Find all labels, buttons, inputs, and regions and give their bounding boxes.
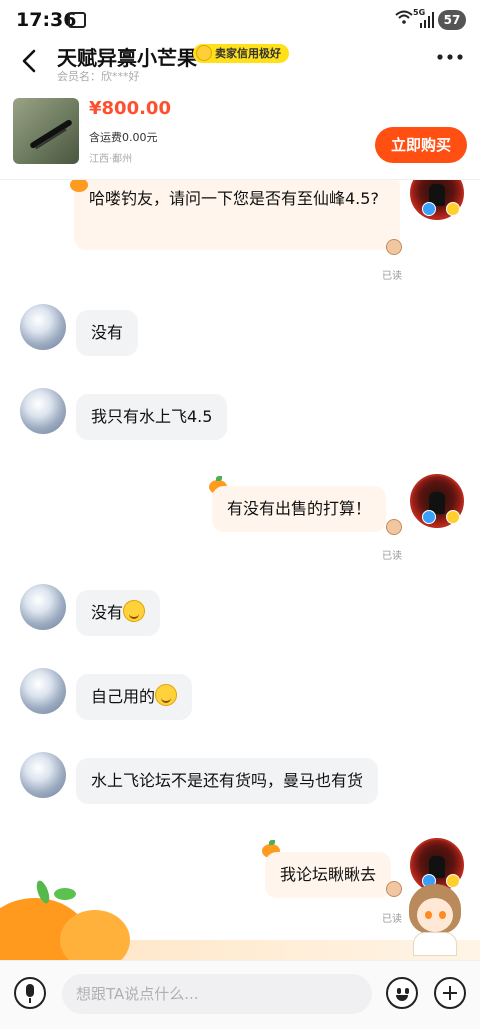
status-bar: 17:36 5G 57 [0,0,480,40]
product-location: 江西·鄱州 [89,154,133,165]
more-dots-icon[interactable] [436,50,464,66]
message-text: 我只有水上飞4.5 [91,407,213,426]
screenshot-icon [68,12,86,28]
message-text: 水上飞论坛不是还有货吗，曼马也有货 [91,771,364,790]
message-bubble[interactable]: 水上飞论坛不是还有货吗，曼马也有货 [76,758,379,804]
my-avatar[interactable] [410,474,464,528]
read-status: 已读 [382,271,402,282]
product-card[interactable]: ¥800.00 含运费0.00元 江西·鄱州 立即购买 [0,90,480,180]
message-input-bar [0,960,480,1029]
message-text: 有没有出售的打算！ [227,499,372,518]
seller-avatar[interactable] [20,304,66,350]
member-info: 会员名：欣***好 [57,68,140,84]
message-bubble[interactable]: 我只有水上飞4.5 [76,394,228,440]
signal-icon [420,12,434,28]
credit-badge[interactable]: 卖家信用极好 [193,44,289,63]
orange-fruit-icon [60,910,130,960]
seller-avatar[interactable] [20,584,66,630]
message-text: 哈喽钓友，请问一下您是否有至仙峰4.5? [89,189,379,208]
mic-icon[interactable] [14,977,46,1009]
seller-avatar[interactable] [20,752,66,798]
shipping-info: 含运费0.00元 [89,131,158,144]
member-label: 会员名： [57,70,101,83]
credit-badge-label: 卖家信用极好 [215,47,281,60]
battery-indicator: 57 [438,10,466,30]
buy-now-button[interactable]: 立即购买 [375,127,467,163]
smile-emoji-icon [155,684,178,706]
message-bubble[interactable]: 哈喽钓友，请问一下您是否有至仙峰4.5? [74,180,400,250]
message-bubble[interactable]: 没有 [76,310,139,356]
message-bubble[interactable]: 自己用的 [76,674,193,720]
product-thumbnail[interactable] [13,98,79,164]
plus-icon[interactable] [434,977,466,1009]
mascot-character-icon [405,884,465,956]
message-bubble[interactable]: 有没有出售的打算！ [212,486,387,532]
message-text: 没有 [91,603,124,622]
message-input[interactable] [62,974,372,1014]
message-text: 自己用的 [91,687,156,706]
message-bubble[interactable]: 没有 [76,590,161,636]
read-status: 已读 [382,551,402,562]
product-price: ¥800.00 [89,98,171,119]
chat-header: 天赋异禀小芒果 卖家信用极好 会员名：欣***好 [0,40,480,90]
read-receipt-avatar [386,519,402,535]
smile-emoji-icon [123,600,146,622]
wifi-icon [395,10,413,28]
member-name: 欣***好 [101,70,140,83]
credit-emoji-icon [196,45,212,61]
message-text: 没有 [91,323,124,342]
seller-avatar[interactable] [20,668,66,714]
emoji-icon[interactable] [386,977,418,1009]
read-receipt-avatar [386,239,402,255]
back-arrow-icon[interactable] [16,46,46,76]
seller-avatar[interactable] [20,388,66,434]
chat-messages[interactable]: 哈喽钓友，请问一下您是否有至仙峰4.5? 已读 没有 我只有水上飞4.5 有没有… [0,180,480,960]
seller-name[interactable]: 天赋异禀小芒果 [57,42,197,71]
orange-theme-decoration [0,870,480,960]
my-avatar[interactable] [410,180,464,220]
